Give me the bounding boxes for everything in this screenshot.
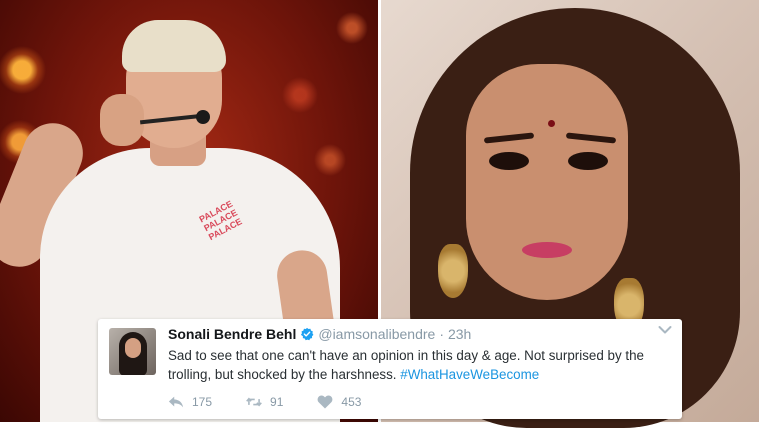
- like-button[interactable]: 453: [317, 395, 361, 409]
- tweet-card[interactable]: Sonali Bendre Behl @iamsonalibendre · 23…: [98, 319, 682, 419]
- reply-button[interactable]: 175: [168, 395, 212, 409]
- portrait-lips: [522, 242, 572, 258]
- separator-dot: ·: [439, 326, 444, 342]
- portrait-left-earring: [438, 244, 468, 298]
- tweet-text: Sad to see that one can't have an opinio…: [168, 346, 668, 384]
- like-count: 453: [341, 395, 362, 409]
- tweet-actions: 175 91 453: [168, 395, 395, 409]
- tweet-header: Sonali Bendre Behl @iamsonalibendre · 23…: [168, 326, 471, 342]
- reply-count: 175: [192, 395, 213, 409]
- reply-icon: [168, 396, 184, 408]
- portrait-left-eye: [489, 152, 529, 170]
- timestamp[interactable]: 23h: [448, 326, 471, 342]
- performer-hand: [100, 94, 144, 146]
- heart-icon: [317, 395, 333, 409]
- hashtag-link[interactable]: #WhatHaveWeBecome: [400, 367, 539, 382]
- retweet-icon: [246, 397, 262, 407]
- mic-head: [196, 110, 210, 124]
- portrait-face: [466, 64, 628, 300]
- avatar[interactable]: [109, 328, 156, 375]
- performer-hair: [122, 20, 226, 72]
- chevron-down-icon[interactable]: [658, 325, 672, 335]
- retweet-button[interactable]: 91: [246, 395, 283, 409]
- avatar-face: [125, 338, 141, 358]
- portrait-right-eye: [568, 152, 608, 170]
- user-name[interactable]: Sonali Bendre Behl: [168, 326, 296, 342]
- user-handle[interactable]: @iamsonalibendre: [318, 326, 435, 342]
- retweet-count: 91: [270, 395, 284, 409]
- portrait-bindi: [548, 120, 555, 127]
- verified-badge-icon: [301, 327, 314, 341]
